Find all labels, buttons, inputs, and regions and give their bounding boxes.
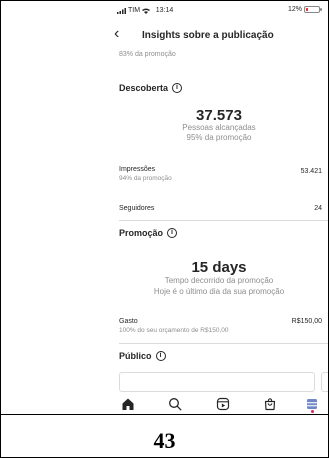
spend-value: R$150,00 (291, 318, 322, 325)
audience-card[interactable] (119, 372, 315, 392)
audience-section-title: Público i (119, 351, 166, 361)
promotion-title: Promoção (119, 228, 164, 238)
reach-value: 37.573 (196, 107, 242, 124)
section-divider (119, 343, 328, 344)
duration-value: 15 days (191, 259, 247, 276)
impressions-sub: 94% da promoção (119, 175, 172, 182)
info-icon[interactable]: i (167, 228, 178, 238)
spend-sub: 100% do seu orçamento de R$150,00 (119, 327, 229, 334)
caption-separator (0, 414, 329, 415)
battery-percent: 12% (287, 6, 302, 13)
impressions-label: Impressões (119, 166, 156, 173)
status-time: 13:14 (155, 7, 174, 14)
promotion-section-title: Promoção i (119, 228, 178, 238)
discovery-title: Descoberta (119, 83, 169, 93)
home-icon[interactable] (121, 397, 135, 411)
previous-row-sub: 83% da promoção (119, 51, 176, 58)
followers-label: Seguidores (119, 205, 155, 212)
duration-label: Tempo decorrido da promoção (164, 276, 274, 285)
status-bar: TIM 13:14 12% (1, 1, 328, 19)
discovery-section-title: Descoberta i (119, 83, 183, 93)
back-chevron-icon[interactable]: ‹ (114, 26, 119, 42)
page-title: Insights sobre a publicação (142, 30, 274, 41)
section-divider (119, 220, 328, 221)
phone-screenshot: TIM 13:14 12% ‹ Insights sobre a publica… (1, 1, 328, 414)
audience-card[interactable] (321, 372, 328, 392)
page-number: 43 (153, 428, 176, 453)
duration-sub: Hoje é o último dia da sua promoção (153, 287, 285, 296)
battery-status: 12% (287, 6, 322, 13)
info-icon[interactable]: i (172, 83, 183, 93)
info-icon[interactable]: i (155, 351, 166, 361)
reach-sub: 95% da promoção (186, 133, 252, 142)
spend-label: Gasto (119, 318, 138, 325)
bottom-tab-bar (1, 394, 328, 414)
audience-title: Público (119, 351, 152, 361)
battery-icon (304, 6, 322, 13)
shop-icon[interactable] (263, 397, 277, 411)
profile-icon[interactable] (305, 397, 319, 411)
reels-icon[interactable] (216, 397, 230, 411)
nav-header: ‹ Insights sobre a publicação (1, 19, 328, 49)
impressions-value: 53.421 (300, 168, 322, 175)
notification-dot (311, 410, 314, 413)
reach-label: Pessoas alcançadas (182, 123, 256, 132)
followers-value: 24 (314, 205, 322, 212)
search-icon[interactable] (168, 397, 182, 411)
